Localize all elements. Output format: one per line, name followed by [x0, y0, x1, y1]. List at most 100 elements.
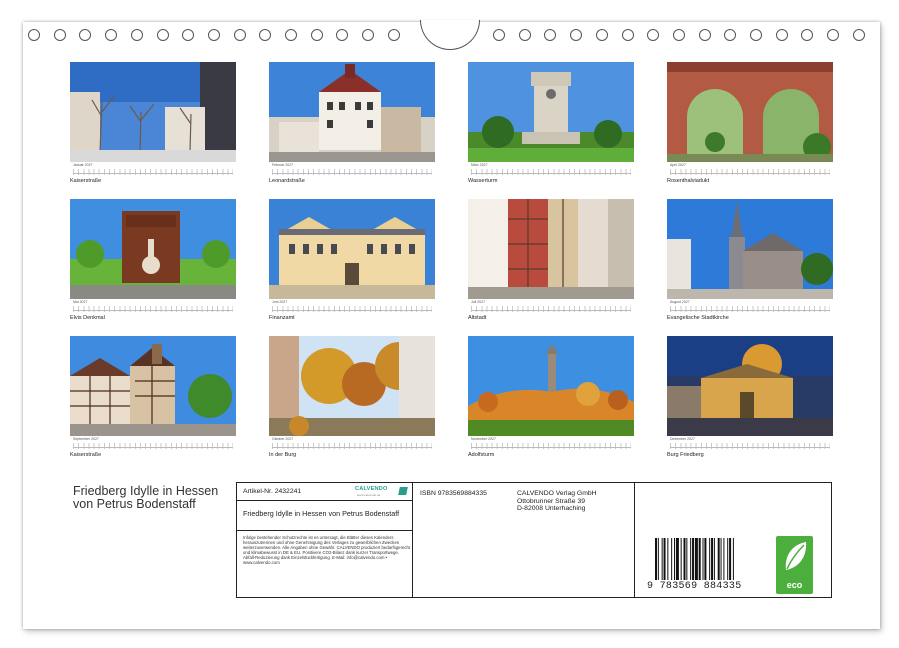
month-photo	[269, 199, 435, 299]
calvendo-mark-icon	[398, 487, 408, 495]
binding-ring	[130, 29, 143, 41]
month-page: Juni 2027 Finanzamt	[269, 199, 435, 329]
month-photo	[667, 199, 833, 299]
photo-caption: Rosenthalviadukt	[667, 178, 710, 184]
binding-ring	[493, 29, 505, 41]
binding-ring	[387, 29, 400, 41]
photo-caption: In der Burg	[269, 452, 297, 458]
binding-ring	[336, 29, 349, 41]
binding-ring	[53, 29, 66, 41]
back-title: Friedberg Idylle in Hessen von Petrus Bo…	[73, 484, 219, 511]
month-name: Juni 2027	[272, 300, 288, 304]
day-grid-line	[73, 447, 233, 448]
month-page: Oktober 2027 In der Burg	[269, 336, 435, 466]
day-grid-line	[471, 310, 631, 311]
binding-ring	[775, 29, 788, 41]
month-name: Juli 2027	[471, 300, 486, 304]
binding-ring	[79, 29, 92, 41]
isbn: ISBN 9783569884335	[420, 490, 487, 497]
binding-ring	[698, 29, 711, 41]
month-page: August 2027 Evangelische Stadtkirche	[667, 199, 833, 329]
month-photo	[269, 336, 435, 436]
binding-ring	[595, 29, 608, 41]
month-page: November 2027 Adolfsturm	[468, 336, 634, 466]
info-column-right: 9 783569 884335 eco	[635, 483, 831, 597]
binding-ring	[105, 29, 118, 41]
product-info-box: Artikel-Nr. 2432241 CALVENDO www.calvend…	[236, 482, 832, 598]
day-grid	[471, 443, 631, 449]
day-grid	[272, 443, 432, 449]
binding-ring	[310, 29, 323, 41]
binding-ring	[259, 29, 272, 41]
article-row: Artikel-Nr. 2432241 CALVENDO www.calvend…	[237, 483, 412, 501]
calvendo-logo-url: www.calvendo.de	[357, 493, 381, 497]
day-grid	[670, 306, 830, 312]
eco-label: eco	[786, 580, 803, 590]
legal-notice: Infolge bestehender Schutzrechte ist es …	[243, 535, 411, 566]
day-grid-line	[272, 310, 432, 311]
day-grid	[73, 169, 233, 175]
binding-ring	[362, 29, 375, 41]
product-title-row: Friedberg Idylle in Hessen von Petrus Bo…	[237, 501, 412, 531]
info-column-middle: ISBN 9783569884335 CALVENDO Verlag GmbH …	[413, 483, 635, 597]
binding-ring	[156, 29, 169, 41]
day-grid	[471, 169, 631, 175]
photo-caption: Kaiserstraße	[70, 452, 102, 458]
photo-caption: Finanzamt	[269, 315, 295, 321]
binding-ring	[285, 29, 297, 41]
month-photo	[468, 336, 634, 436]
binding-ring	[647, 29, 660, 41]
month-page: Januar 2027 Kaiserstraße	[70, 62, 236, 192]
photo-caption: Burg Friedberg	[667, 452, 704, 458]
photo-caption: Adolfsturm	[468, 452, 495, 458]
binding-ring	[621, 29, 634, 41]
day-grid-line	[670, 447, 830, 448]
leaf-icon	[785, 542, 807, 570]
publisher-line: Ottobrunner Straße 39	[517, 497, 586, 505]
month-page: September 2027 Kaiserstraße	[70, 336, 236, 466]
day-grid-line	[272, 173, 432, 174]
publisher-line: CALVENDO Verlag GmbH	[517, 490, 597, 497]
month-page: Dezember 2027 Burg Friedberg	[667, 336, 833, 466]
photo-caption: Altstadt	[468, 315, 487, 321]
day-grid	[670, 169, 830, 175]
day-grid	[73, 443, 233, 449]
month-name: März 2027	[471, 163, 488, 167]
calendar-back-sheet: Januar 2027 Kaiserstraße Februar 2027 Le…	[23, 20, 880, 629]
day-grid-line	[670, 173, 830, 174]
binding-ring	[544, 29, 557, 41]
month-name: Dezember 2027	[670, 437, 695, 441]
month-name: August 2027	[670, 300, 690, 304]
product-title: Friedberg Idylle in Hessen von Petrus Bo…	[243, 509, 400, 518]
month-photo	[667, 336, 833, 436]
month-name: Mai 2027	[73, 300, 88, 304]
day-grid-line	[73, 173, 233, 174]
month-photo	[667, 62, 833, 162]
barcode-number: 9 783569 884335	[647, 581, 742, 592]
month-name: Februar 2027	[272, 163, 294, 167]
month-page: März 2027 Wasserturm	[468, 62, 634, 192]
binding-ring	[570, 29, 583, 41]
binding-ring	[518, 29, 531, 41]
binding-ring	[724, 29, 737, 41]
month-name: November 2027	[471, 437, 496, 441]
day-grid	[471, 306, 631, 312]
month-page: April 2027 Rosenthalviadukt	[667, 62, 833, 192]
day-grid-line	[471, 173, 631, 174]
photo-caption: Leonardstraße	[269, 178, 305, 184]
photo-caption: Kaiserstraße	[70, 178, 102, 184]
month-name: September 2027	[73, 437, 99, 441]
day-grid-line	[73, 310, 233, 311]
calvendo-logo: CALVENDO www.calvendo.de	[355, 486, 409, 498]
month-photo	[269, 62, 435, 162]
binding-ring	[233, 29, 246, 41]
article-number: Artikel-Nr. 2432241	[243, 488, 302, 495]
month-photo	[70, 62, 236, 162]
eco-badge: eco	[776, 536, 813, 594]
publisher-line: D-82008 Unterhaching	[517, 505, 586, 512]
month-photo	[468, 62, 634, 162]
binding-ring	[801, 29, 814, 41]
binding-ring	[672, 29, 685, 41]
month-name: Oktober 2027	[272, 437, 294, 441]
day-grid	[272, 306, 432, 312]
